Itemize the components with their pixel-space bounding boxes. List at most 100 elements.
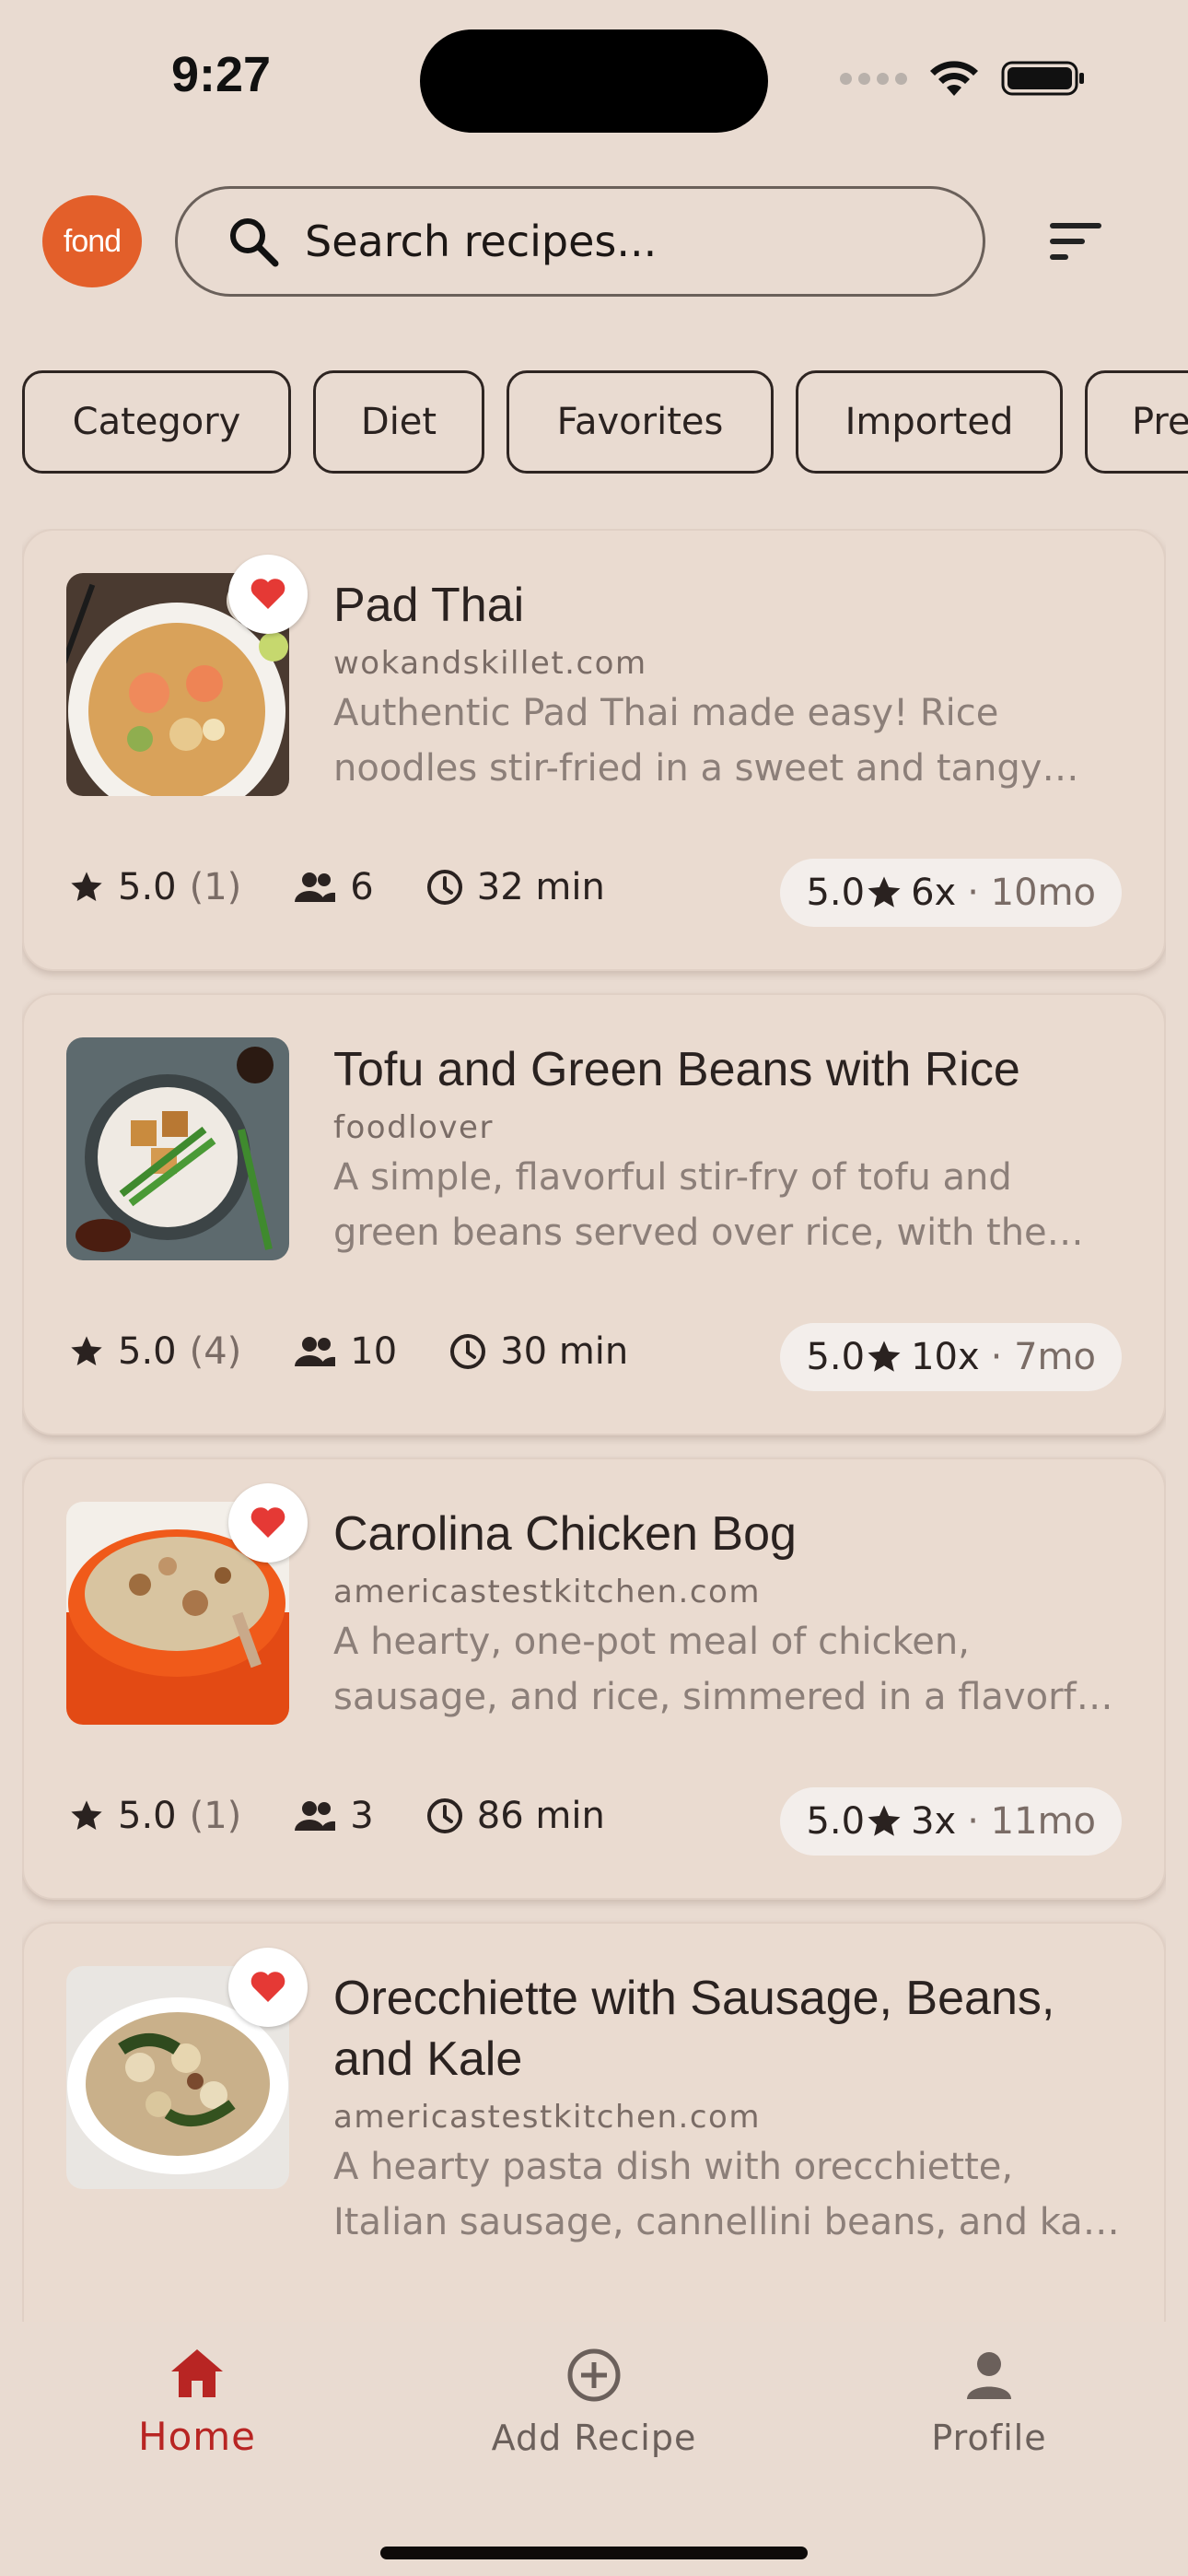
nav-home-label: Home xyxy=(137,2414,257,2459)
heart-icon xyxy=(250,1507,285,1538)
servings-value: 3 xyxy=(350,1795,374,1837)
recipe-source: foodlover xyxy=(333,1109,494,1146)
favorite-button[interactable] xyxy=(228,555,308,634)
recipe-source: wokandskillet.com xyxy=(333,645,647,682)
stat-rating: 5.0 xyxy=(806,1336,866,1378)
recipe-card[interactable]: Orecchiette with Sausage, Beans, and Kal… xyxy=(22,1922,1166,2322)
stat-rating: 5.0 xyxy=(806,872,866,914)
clock-icon xyxy=(426,1798,462,1833)
rating-count: (4) xyxy=(189,1330,242,1373)
cook-time: 30 min xyxy=(448,1330,628,1373)
signal-icon xyxy=(840,72,907,85)
servings-value: 10 xyxy=(350,1330,398,1373)
stat-age: · 11mo xyxy=(967,1800,1096,1843)
rating-value: 5.0 xyxy=(118,1795,177,1837)
search-icon xyxy=(230,218,279,267)
star-icon xyxy=(71,872,102,901)
star-icon xyxy=(868,1805,901,1836)
time-value: 86 min xyxy=(476,1795,605,1837)
stat-age: · 7mo xyxy=(990,1336,1096,1378)
rating: 5.0 (1) xyxy=(68,1795,241,1837)
rating: 5.0 (1) xyxy=(68,866,241,908)
person-icon xyxy=(967,2352,1011,2399)
add-circle-icon xyxy=(567,2348,621,2402)
filter-chip-imported[interactable]: Imported xyxy=(796,370,1063,474)
heart-icon xyxy=(250,1972,285,2002)
filter-chips: Category Diet Favorites Imported Pre xyxy=(22,370,1188,475)
time-value: 32 min xyxy=(476,866,605,908)
cook-time: 86 min xyxy=(425,1795,605,1837)
rating-value: 5.0 xyxy=(118,866,177,908)
stat-age: · 10mo xyxy=(967,872,1096,914)
nav-home[interactable]: Home xyxy=(59,2346,335,2459)
status-time: 9:27 xyxy=(171,47,272,102)
stats-badge: 5.0 6x · 10mo xyxy=(780,859,1122,927)
servings: 10 xyxy=(293,1330,397,1373)
recipe-description: A simple, flavorful stir-fry of tofu and… xyxy=(333,1156,1047,1254)
stats-badge: 5.0 3x · 11mo xyxy=(780,1787,1122,1856)
people-icon xyxy=(295,872,336,902)
time-value: 30 min xyxy=(500,1330,629,1373)
star-icon xyxy=(868,876,901,907)
bottom-nav: Home Add Recipe Profile xyxy=(0,2322,1188,2576)
recipe-image xyxy=(66,1037,289,1260)
people-icon xyxy=(295,1337,336,1366)
servings: 6 xyxy=(293,866,374,908)
recipe-source: americastestkitchen.com xyxy=(333,1574,761,1610)
wifi-icon xyxy=(930,61,978,96)
app-logo: fond xyxy=(42,195,142,287)
recipe-meta: 5.0 (4) 10 30 min xyxy=(68,1330,680,1373)
filter-chip-diet[interactable]: Diet xyxy=(313,370,484,474)
status-icons xyxy=(840,59,1086,98)
search-bar[interactable] xyxy=(175,186,985,297)
stat-count: 10x xyxy=(911,1336,980,1378)
stat-rating: 5.0 xyxy=(806,1800,866,1843)
star-icon xyxy=(71,1800,102,1830)
nav-add-label: Add Recipe xyxy=(491,2418,697,2458)
recipe-title: Carolina Chicken Bog xyxy=(333,1507,797,1561)
recipe-card[interactable]: Pad Thai wokandskillet.com Authentic Pad… xyxy=(22,529,1166,971)
recipe-source: americastestkitchen.com xyxy=(333,2099,761,2136)
rating: 5.0 (4) xyxy=(68,1330,241,1373)
nav-profile-label: Profile xyxy=(931,2418,1047,2458)
stat-count: 3x xyxy=(911,1800,957,1843)
favorite-button[interactable] xyxy=(228,1948,308,2027)
filter-chip-pre[interactable]: Pre xyxy=(1085,370,1188,474)
home-icon xyxy=(171,2349,223,2397)
servings-value: 6 xyxy=(350,866,374,908)
heart-icon xyxy=(250,579,285,609)
recipe-title: Orecchiette with Sausage, Beans, and Kal… xyxy=(333,1972,1055,2086)
sort-icon[interactable] xyxy=(1042,216,1109,267)
favorite-button[interactable] xyxy=(228,1483,308,1563)
nav-profile[interactable]: Profile xyxy=(851,2346,1127,2458)
battery-icon xyxy=(1001,61,1084,96)
star-icon xyxy=(71,1336,102,1365)
home-indicator xyxy=(380,2547,808,2559)
recipe-card[interactable]: Tofu and Green Beans with Rice foodlover… xyxy=(22,993,1166,1435)
recipe-meta: 5.0 (1) 3 86 min xyxy=(68,1795,657,1837)
recipe-description: A hearty, one-pot meal of chicken, sausa… xyxy=(333,1621,1111,1718)
people-icon xyxy=(295,1801,336,1831)
recipe-title: Tofu and Green Beans with Rice xyxy=(333,1043,1020,1096)
dynamic-island xyxy=(420,29,768,133)
search-input[interactable] xyxy=(305,217,949,266)
servings: 3 xyxy=(293,1795,374,1837)
recipe-description: Authentic Pad Thai made easy! Rice noodl… xyxy=(333,692,1042,790)
star-icon xyxy=(868,1341,901,1372)
stat-count: 6x xyxy=(911,872,957,914)
cook-time: 32 min xyxy=(425,866,605,908)
recipe-card[interactable]: Carolina Chicken Bog americastestkitchen… xyxy=(22,1458,1166,1900)
recipe-description: A hearty pasta dish with orecchiette, It… xyxy=(333,2146,1116,2243)
stats-badge: 5.0 10x · 7mo xyxy=(780,1323,1122,1391)
filter-chip-favorites[interactable]: Favorites xyxy=(507,370,774,474)
rating-count: (1) xyxy=(189,1795,242,1837)
recipe-meta: 5.0 (1) 6 32 min xyxy=(68,866,657,908)
filter-chip-category[interactable]: Category xyxy=(22,370,291,474)
nav-add-recipe[interactable]: Add Recipe xyxy=(456,2346,732,2458)
recipe-title: Pad Thai xyxy=(333,579,525,632)
clock-icon xyxy=(450,1334,486,1369)
status-bar: 9:27 xyxy=(0,0,1188,157)
recipe-list: Pad Thai wokandskillet.com Authentic Pad… xyxy=(22,529,1166,2322)
rating-value: 5.0 xyxy=(118,1330,177,1373)
clock-icon xyxy=(426,870,462,905)
